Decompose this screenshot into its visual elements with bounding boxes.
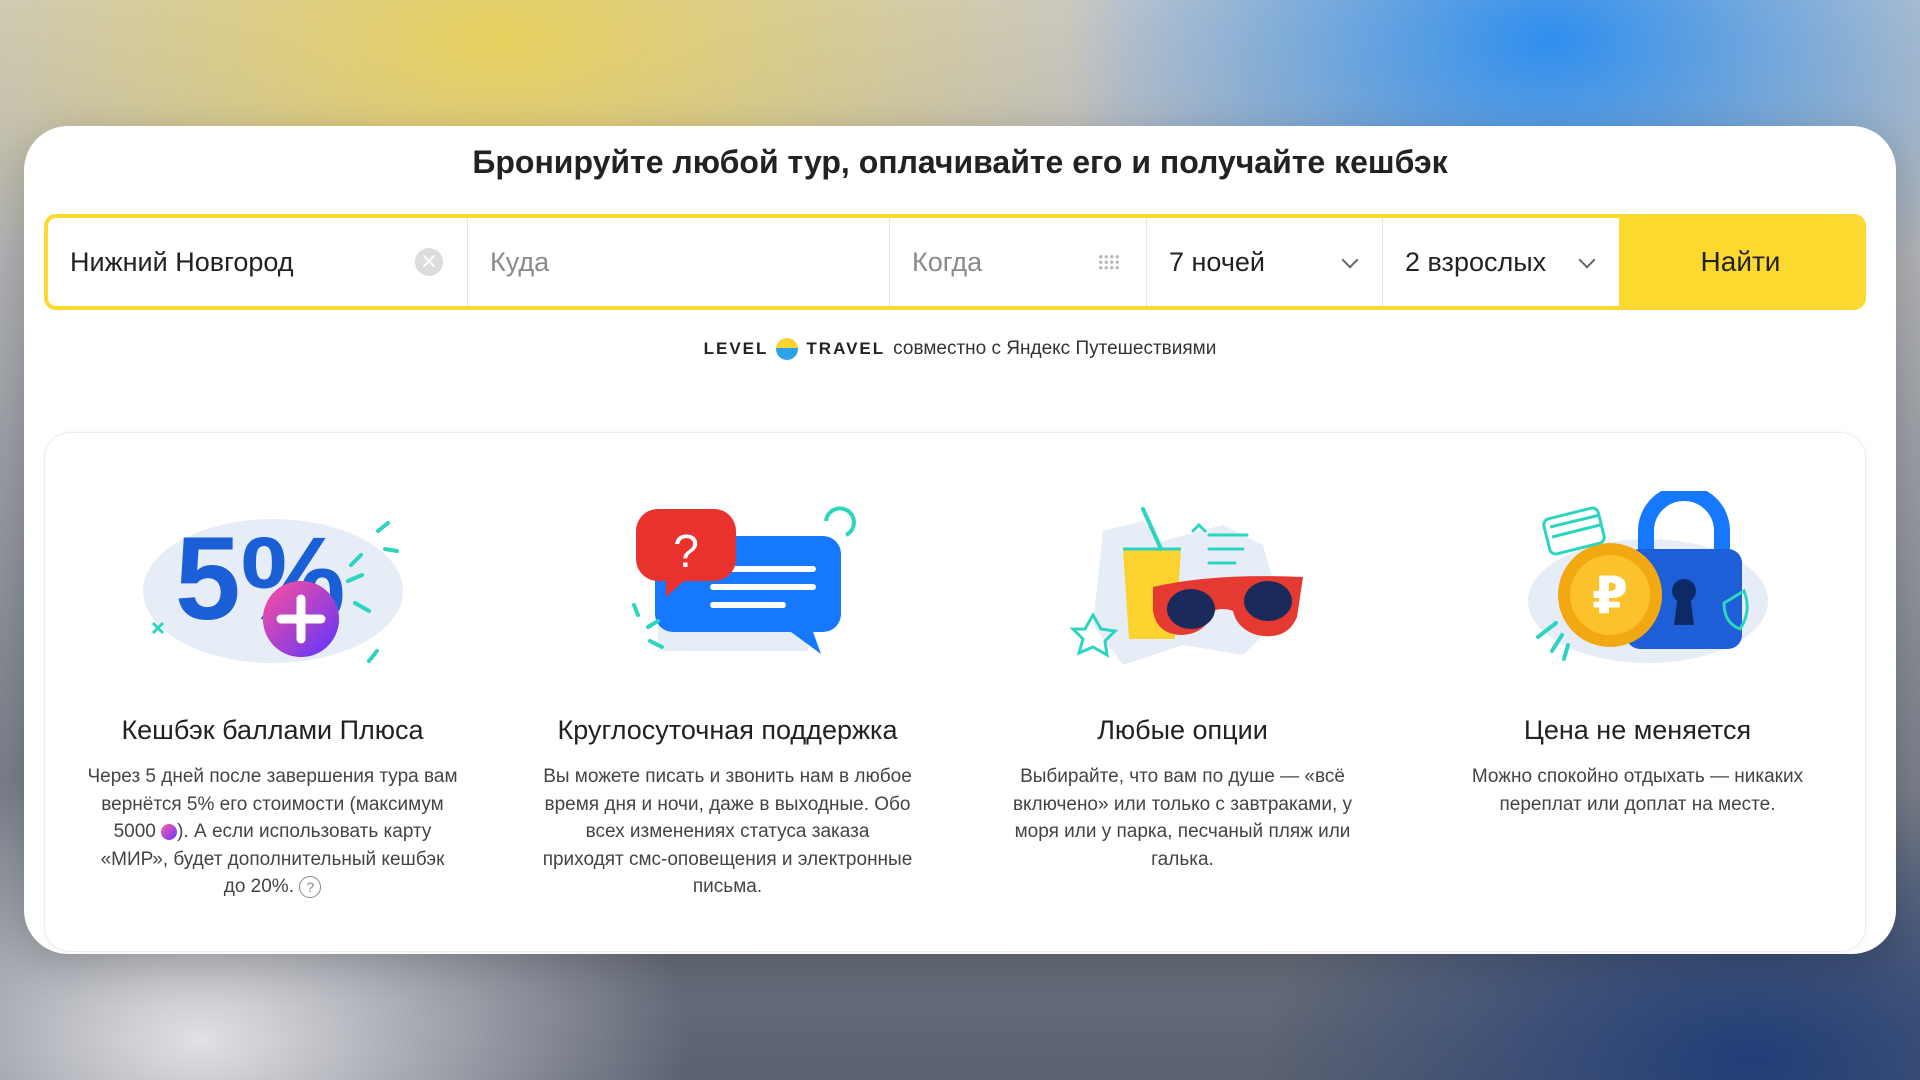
fixed-price-lock-illustration: ₽ (1527, 491, 1768, 663)
feature-title: Цена не меняется (1523, 715, 1752, 745)
feature-text: Через 5 дней после завершения тура вам в… (87, 766, 458, 898)
plus-points-icon (161, 823, 178, 840)
level-travel-brand-right: TRAVEL (806, 339, 886, 358)
page-title: Бронируйте любой тур, оплачивайте его и … (472, 144, 1448, 180)
support-chat-illustration: ? (631, 506, 856, 654)
svg-text:₽: ₽ (1591, 566, 1627, 626)
booking-card: Бронируйте любой тур, оплачивайте его и … (24, 126, 1896, 954)
feature-title: Кешбэк баллами Плюса (121, 715, 424, 745)
feature-title: Любые опции (1097, 715, 1268, 745)
vacation-options-illustration (1068, 507, 1303, 665)
feature-text: Вы можете писать и звонить нам в любое в… (542, 766, 913, 897)
guests-select[interactable]: 2 взрослых (1383, 218, 1619, 306)
feature-cashback: 5% Кешбэк баллами Плюса Через 5 дней пос… (45, 433, 500, 951)
from-field[interactable]: Нижний Новгород × (48, 218, 468, 306)
feature-title: Круглосуточная поддержка (557, 715, 898, 745)
feature-text: Выбирайте, что вам по душе — «всё включе… (1012, 766, 1353, 870)
feature-options: Любые опции Выбирайте, что вам по душе —… (955, 433, 1410, 951)
find-button[interactable]: Найти (1619, 218, 1862, 306)
to-placeholder: Куда (490, 246, 550, 277)
to-field[interactable]: Куда (468, 218, 890, 306)
nights-value: 7 ночей (1169, 246, 1266, 277)
chevron-down-icon (1578, 251, 1596, 269)
from-value: Нижний Новгород (70, 246, 294, 277)
when-placeholder: Когда (912, 246, 983, 277)
when-field[interactable]: Когда (890, 218, 1147, 306)
feature-fixed-price: ₽ Цена не меняется Можно спокойно отдыха… (1410, 433, 1865, 951)
calendar-icon (1098, 254, 1120, 270)
tour-search-form: Нижний Новгород × Куда Когда 7 ночей 2 в… (44, 214, 1866, 310)
features-panel: 5% Кешбэк баллами Плюса Через 5 дней пос… (44, 432, 1866, 952)
clear-icon[interactable]: × (415, 248, 443, 276)
nights-select[interactable]: 7 ночей (1147, 218, 1383, 306)
level-travel-brand-left: LEVEL (703, 339, 769, 358)
chevron-down-icon (1341, 251, 1359, 269)
guests-value: 2 взрослых (1405, 246, 1547, 277)
svg-text:?: ? (673, 525, 699, 577)
feature-text: Можно спокойно отдыхать — никаких перепл… (1471, 766, 1804, 815)
level-travel-logo-icon (776, 338, 799, 360)
feature-support: ? Круглосуточная поддержка Вы можете пис… (500, 433, 955, 951)
help-icon[interactable]: ? (299, 875, 322, 898)
partner-line: LEVEL TRAVEL совместно с Яндекс Путешест… (24, 338, 1896, 360)
cashback-illustration: 5% (142, 513, 403, 663)
partner-text: совместно с Яндекс Путешествиями (893, 338, 1217, 359)
